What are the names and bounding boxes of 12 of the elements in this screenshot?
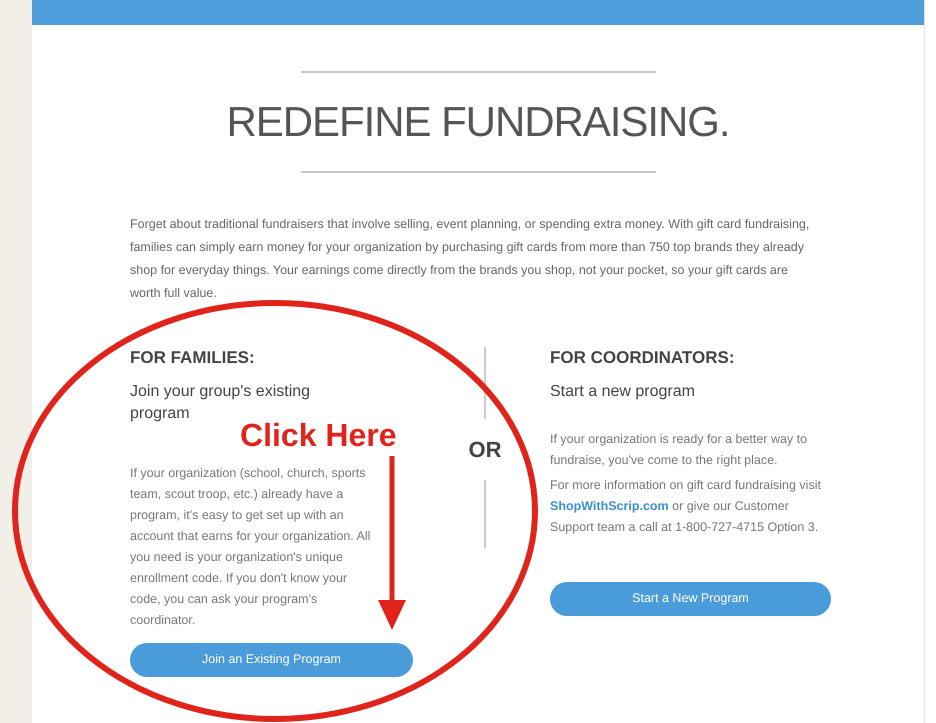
join-program-button[interactable]: Join an Existing Program [130,642,413,676]
section-text: If your organization is ready for a better way to fundraise, you've come to the right place. [550,430,808,469]
section-text: If your organization (school, church, sports team, scout troop, etc.) already have a program, it's easy to get set up with an account that earns for your organization. All you need is your organization's unique enrollment code. If you don't know your code, you can ask your program's coordinator. [130,464,372,628]
intro-paragraph: Forget about traditional fundraisers that involve selling, event planning, or spending extra money. With gift card fundraising, families can simply earn money for your organization by purchasing gift cards from more than 750 top brands they already shop for everyday things. Your earnings come directly from the brands you shop, not your pocket, so your gift cards are worth full value. [130,216,810,302]
section-heading: FOR FAMILIES: [130,347,256,369]
section-subheading: Start a new program [550,382,696,402]
start-program-button[interactable]: Start a New Program [550,582,831,616]
or-label: OR [468,436,502,464]
page-title: REDEFINE FUNDRAISING. [226,101,730,143]
contact-text: For more information on gift card fundraising visit ShopWithScrip.com or give our Customer Support team a call at 1-800-727-4715 Option 3. [550,476,822,536]
website-link[interactable]: ShopWithScrip.com [550,498,669,512]
section-heading: FOR COORDINATORS: [550,347,736,369]
